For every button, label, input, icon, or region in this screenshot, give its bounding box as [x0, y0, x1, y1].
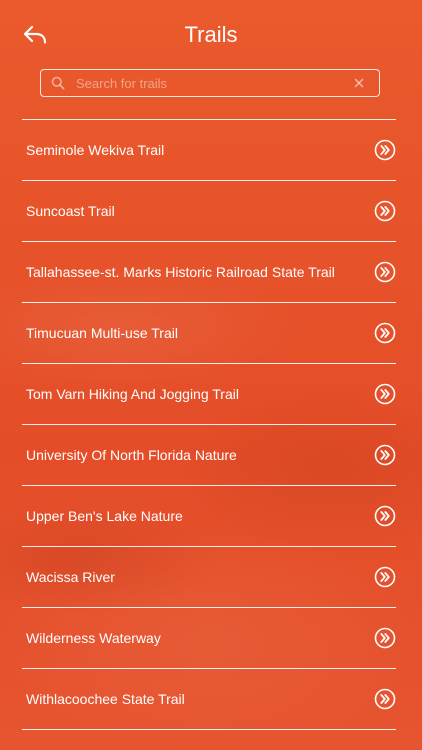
- double-chevron-right-icon[interactable]: [374, 688, 396, 710]
- search-icon: [51, 76, 65, 90]
- clear-icon[interactable]: [351, 75, 367, 91]
- search-input[interactable]: [65, 71, 351, 95]
- double-chevron-right-icon[interactable]: [374, 139, 396, 161]
- list-item[interactable]: Wacissa River: [22, 547, 396, 608]
- trail-list: Seminole Wekiva Trail Suncoast Trail Talla…: [22, 119, 396, 730]
- trail-name: Seminole Wekiva Trail: [26, 142, 165, 158]
- trail-name: University Of North Florida Nature: [26, 447, 237, 463]
- trail-name: Withlacoochee State Trail: [26, 691, 185, 707]
- list-item[interactable]: Withlacoochee State Trail: [22, 669, 396, 730]
- list-item[interactable]: Suncoast Trail: [22, 181, 396, 242]
- list-item[interactable]: Upper Ben's Lake Nature: [22, 486, 396, 547]
- header-bar: Trails: [0, 0, 422, 66]
- trail-name: Upper Ben's Lake Nature: [26, 508, 183, 524]
- list-item[interactable]: Tom Varn Hiking And Jogging Trail: [22, 364, 396, 425]
- double-chevron-right-icon[interactable]: [374, 200, 396, 222]
- double-chevron-right-icon[interactable]: [374, 627, 396, 649]
- list-item[interactable]: Wilderness Waterway: [22, 608, 396, 669]
- trail-name: Wacissa River: [26, 569, 115, 585]
- trail-name: Wilderness Waterway: [26, 630, 161, 646]
- list-item[interactable]: Timucuan Multi-use Trail: [22, 303, 396, 364]
- list-item[interactable]: University Of North Florida Nature: [22, 425, 396, 486]
- double-chevron-right-icon[interactable]: [374, 566, 396, 588]
- page-title: Trails: [184, 22, 238, 47]
- double-chevron-right-icon[interactable]: [374, 444, 396, 466]
- trail-name: Suncoast Trail: [26, 203, 115, 219]
- trail-name: Tom Varn Hiking And Jogging Trail: [26, 386, 239, 402]
- list-item[interactable]: Tallahassee-st. Marks Historic Railroad …: [22, 242, 396, 303]
- trail-name: Timucuan Multi-use Trail: [26, 325, 178, 341]
- trail-name: Tallahassee-st. Marks Historic Railroad …: [26, 264, 335, 280]
- double-chevron-right-icon[interactable]: [374, 261, 396, 283]
- double-chevron-right-icon[interactable]: [374, 383, 396, 405]
- list-item[interactable]: Seminole Wekiva Trail: [22, 120, 396, 181]
- search-bar[interactable]: [40, 69, 380, 97]
- double-chevron-right-icon[interactable]: [374, 322, 396, 344]
- double-chevron-right-icon[interactable]: [374, 505, 396, 527]
